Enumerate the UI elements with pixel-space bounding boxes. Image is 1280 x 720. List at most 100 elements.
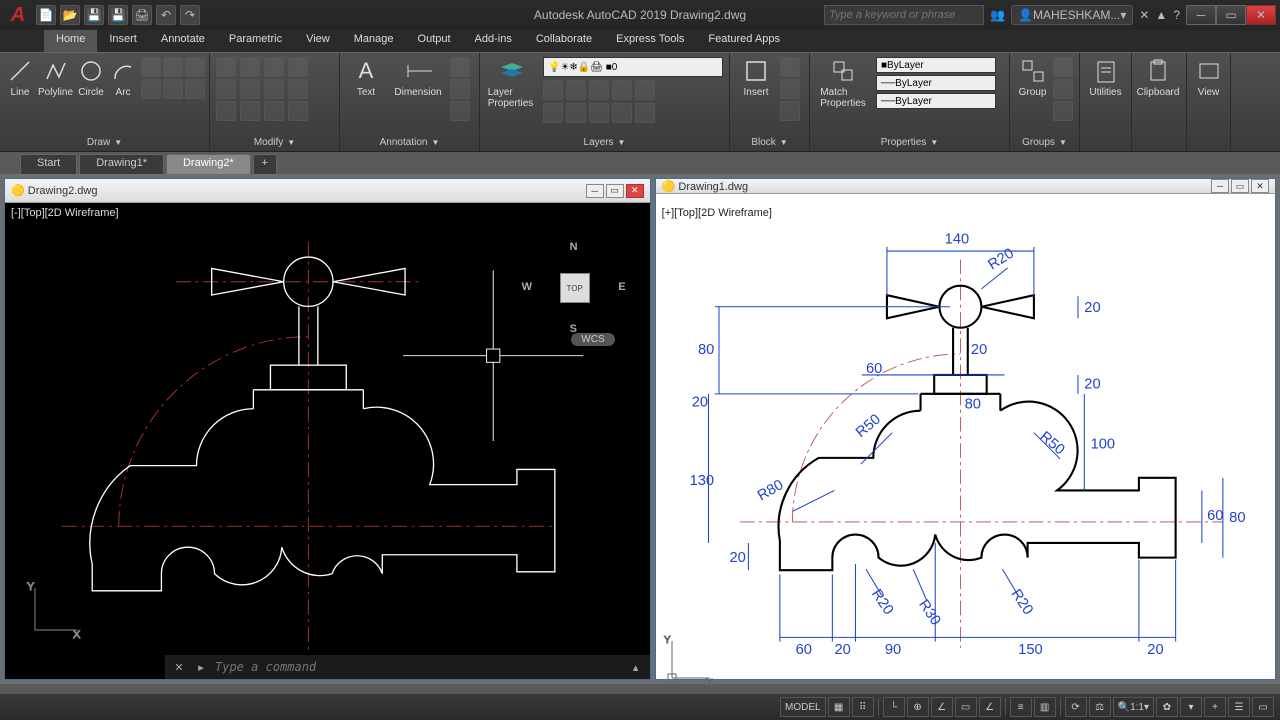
help-icon[interactable]: ? bbox=[1173, 8, 1180, 22]
tab-manage[interactable]: Manage bbox=[342, 30, 406, 52]
tab-parametric[interactable]: Parametric bbox=[217, 30, 294, 52]
tool-region-icon[interactable] bbox=[185, 79, 205, 99]
tab-addins[interactable]: Add-ins bbox=[463, 30, 524, 52]
tool-explode-icon[interactable] bbox=[288, 79, 308, 99]
status-annoscale-icon[interactable]: ⚖ bbox=[1089, 697, 1111, 717]
tool-ungroup-icon[interactable] bbox=[1053, 57, 1073, 77]
status-lineweight-icon[interactable]: ≡ bbox=[1010, 697, 1032, 717]
status-scale[interactable]: 🔍 1:1 ▾ bbox=[1113, 697, 1154, 717]
canvas-right[interactable]: 140 R20 20 80 20 60 20 20 80 R50 R50 100… bbox=[656, 194, 1275, 703]
status-isodraft-icon[interactable]: ∠ bbox=[931, 697, 953, 717]
status-grid-icon[interactable]: ▦ bbox=[828, 697, 850, 717]
tool-mtext-icon[interactable] bbox=[450, 101, 470, 121]
status-otrack-icon[interactable]: ∠ bbox=[979, 697, 1001, 717]
new-icon[interactable]: 📄 bbox=[36, 5, 56, 25]
tool-group-edit-icon[interactable] bbox=[1053, 79, 1073, 99]
status-monitor-icon[interactable]: + bbox=[1204, 697, 1226, 717]
status-cycling-icon[interactable]: ⟳ bbox=[1065, 697, 1087, 717]
doc2-close-icon[interactable]: ✕ bbox=[1251, 179, 1269, 193]
tool-table-icon[interactable] bbox=[450, 79, 470, 99]
filetab-drawing1[interactable]: Drawing1* bbox=[79, 154, 164, 174]
layer-lock-icon[interactable] bbox=[589, 80, 609, 100]
exchange-icon[interactable]: ✕ bbox=[1139, 8, 1149, 22]
app-icon[interactable]: ▲ bbox=[1155, 8, 1167, 22]
tab-insert[interactable]: Insert bbox=[97, 30, 149, 52]
status-model[interactable]: MODEL bbox=[780, 697, 826, 717]
tool-group[interactable]: Group bbox=[1016, 57, 1049, 98]
tool-edit-block-icon[interactable] bbox=[780, 79, 800, 99]
layer-walk-icon[interactable] bbox=[566, 103, 586, 123]
cube-top[interactable]: TOP bbox=[560, 273, 590, 303]
status-snap-icon[interactable]: ⠿ bbox=[852, 697, 874, 717]
user-menu[interactable]: 👤 MAHESHKAM... ▾ bbox=[1011, 5, 1133, 25]
tool-leader-icon[interactable] bbox=[450, 57, 470, 77]
tool-dimension[interactable]: Dimension bbox=[390, 57, 446, 98]
tool-utilities[interactable]: Utilities bbox=[1086, 57, 1125, 98]
tool-clipboard[interactable]: Clipboard bbox=[1138, 57, 1178, 98]
status-workspace-icon[interactable]: ▾ bbox=[1180, 697, 1202, 717]
cmd-expand-icon[interactable]: ▴ bbox=[628, 659, 644, 675]
wcs-badge[interactable]: WCS bbox=[571, 333, 614, 346]
layer-prev-icon[interactable] bbox=[543, 103, 563, 123]
linetype-combo[interactable]: ── ByLayer bbox=[876, 93, 996, 109]
tool-line[interactable]: Line bbox=[6, 57, 34, 98]
tool-trim-icon[interactable] bbox=[264, 57, 284, 77]
tool-create-block-icon[interactable] bbox=[780, 57, 800, 77]
tab-annotate[interactable]: Annotate bbox=[149, 30, 217, 52]
tool-insert[interactable]: Insert bbox=[736, 57, 776, 98]
tool-scale-icon[interactable] bbox=[240, 101, 260, 121]
minimize-button[interactable]: ─ bbox=[1186, 5, 1216, 25]
status-clean-icon[interactable]: ▭ bbox=[1252, 697, 1274, 717]
layer-match-icon[interactable] bbox=[635, 80, 655, 100]
cmd-close-icon[interactable]: ✕ bbox=[171, 659, 187, 675]
status-osnap-icon[interactable]: ▭ bbox=[955, 697, 977, 717]
layer-off-icon[interactable] bbox=[612, 80, 632, 100]
layer-freeze-icon[interactable] bbox=[566, 80, 586, 100]
status-ortho-icon[interactable]: └ bbox=[883, 697, 905, 717]
layer-state-icon[interactable] bbox=[589, 103, 609, 123]
color-combo[interactable]: ■ ByLayer bbox=[876, 57, 996, 73]
tab-expresstools[interactable]: Express Tools bbox=[604, 30, 696, 52]
tool-hatch-icon[interactable] bbox=[141, 79, 161, 99]
app-logo[interactable]: A bbox=[6, 3, 30, 27]
filetab-add[interactable]: + bbox=[253, 154, 277, 174]
save-icon[interactable]: 💾 bbox=[84, 5, 104, 25]
layer-current-combo[interactable]: 💡☀❄🔒🖨 ■ 0 bbox=[543, 57, 723, 77]
tool-layer-properties[interactable]: Layer Properties bbox=[486, 57, 535, 109]
tool-fillet-icon[interactable] bbox=[264, 79, 284, 99]
tool-rect-icon[interactable] bbox=[141, 57, 161, 77]
tool-attr-icon[interactable] bbox=[780, 101, 800, 121]
doc-close-icon[interactable]: ✕ bbox=[626, 184, 644, 198]
tool-move-icon[interactable] bbox=[216, 57, 236, 77]
signin-icon[interactable]: 👥 bbox=[990, 8, 1005, 22]
status-gear-icon[interactable]: ✿ bbox=[1156, 697, 1178, 717]
tool-mirror-icon[interactable] bbox=[240, 79, 260, 99]
tab-home[interactable]: Home bbox=[44, 30, 97, 52]
layer-iso-icon[interactable] bbox=[543, 80, 563, 100]
plot-icon[interactable]: 🖨 bbox=[132, 5, 152, 25]
status-transparency-icon[interactable]: ▥ bbox=[1034, 697, 1056, 717]
doc2-max-icon[interactable]: ▭ bbox=[1231, 179, 1249, 193]
close-button[interactable]: ✕ bbox=[1246, 5, 1276, 25]
tool-group-select-icon[interactable] bbox=[1053, 101, 1073, 121]
lineweight-combo[interactable]: ── ByLayer bbox=[876, 75, 996, 91]
filetab-start[interactable]: Start bbox=[20, 154, 77, 174]
tool-polyline[interactable]: Polyline bbox=[38, 57, 73, 98]
filetab-drawing2[interactable]: Drawing2* bbox=[166, 154, 251, 174]
tool-spline-icon[interactable] bbox=[163, 57, 183, 77]
doc2-min-icon[interactable]: ─ bbox=[1211, 179, 1229, 193]
tab-output[interactable]: Output bbox=[406, 30, 463, 52]
layer-change-icon[interactable] bbox=[612, 103, 632, 123]
tool-erase-icon[interactable] bbox=[288, 57, 308, 77]
tool-offset-icon[interactable] bbox=[288, 101, 308, 121]
status-polar-icon[interactable]: ⊕ bbox=[907, 697, 929, 717]
tool-point-icon[interactable] bbox=[163, 79, 183, 99]
tab-collaborate[interactable]: Collaborate bbox=[524, 30, 604, 52]
doc-min-icon[interactable]: ─ bbox=[586, 184, 604, 198]
tool-text[interactable]: AText bbox=[346, 57, 386, 98]
redo-icon[interactable]: ↷ bbox=[180, 5, 200, 25]
undo-icon[interactable]: ↶ bbox=[156, 5, 176, 25]
tool-stretch-icon[interactable] bbox=[216, 101, 236, 121]
layer-merge-icon[interactable] bbox=[635, 103, 655, 123]
tool-circle[interactable]: Circle bbox=[77, 57, 105, 98]
